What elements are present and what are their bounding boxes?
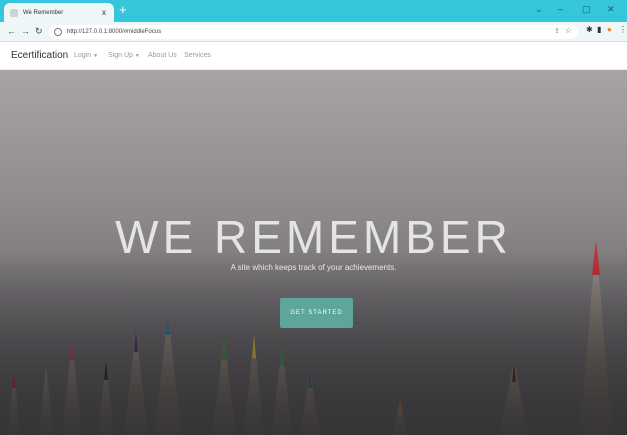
- omnibox[interactable]: http://127.0.0.1:8000/#middleFocus ⇪ ☆: [48, 25, 578, 39]
- browser-tab[interactable]: We Remember x: [4, 3, 114, 22]
- favicon-icon: [10, 8, 18, 17]
- hero-section: WE REMEMBER A site which keeps track of …: [0, 70, 627, 435]
- url-text[interactable]: http://127.0.0.1:8000/#middleFocus: [67, 29, 161, 35]
- caret-down-icon: ▼: [93, 53, 99, 59]
- address-toolbar: ← → ↻ http://127.0.0.1:8000/#middleFocus…: [0, 22, 627, 42]
- profile-icon[interactable]: ●: [607, 25, 612, 34]
- back-icon[interactable]: ←: [7, 26, 16, 36]
- nav-services[interactable]: Services: [184, 52, 211, 59]
- browser-tab-strip: We Remember x + ⌄ – ▢ ✕: [0, 0, 627, 22]
- reload-icon[interactable]: ↻: [35, 26, 43, 37]
- extensions-icon[interactable]: ✱: [586, 25, 593, 34]
- hero-subtitle: A site which keeps track of your achieve…: [230, 263, 397, 272]
- get-started-button[interactable]: GET STARTED: [280, 298, 353, 328]
- menu-icon[interactable]: ⋮: [619, 25, 627, 34]
- minimize-button[interactable]: –: [558, 4, 563, 14]
- tab-search-chevron-icon[interactable]: ⌄: [535, 4, 543, 15]
- caret-down-icon: ▼: [134, 53, 140, 59]
- star-icon[interactable]: ☆: [565, 26, 572, 35]
- nav-login[interactable]: Login ▼: [74, 52, 98, 59]
- share-icon[interactable]: ⇪: [554, 27, 560, 35]
- hero-title: WE REMEMBER: [115, 211, 512, 263]
- tab-title: We Remember: [23, 9, 64, 16]
- sidebar-icon[interactable]: ▮: [597, 25, 601, 34]
- maximize-button[interactable]: ▢: [582, 4, 591, 15]
- nav-about-us[interactable]: About Us: [148, 52, 177, 59]
- new-tab-button[interactable]: +: [119, 3, 127, 17]
- forward-icon[interactable]: →: [21, 26, 30, 36]
- nav-signup[interactable]: Sign Up ▼: [108, 52, 140, 59]
- brand-link[interactable]: Ecertification: [11, 50, 68, 61]
- tab-close-icon[interactable]: x: [102, 8, 106, 17]
- site-navbar: Ecertification Login ▼ Sign Up ▼ About Us …: [0, 42, 627, 70]
- close-window-button[interactable]: ✕: [607, 4, 615, 15]
- info-icon[interactable]: [54, 28, 62, 36]
